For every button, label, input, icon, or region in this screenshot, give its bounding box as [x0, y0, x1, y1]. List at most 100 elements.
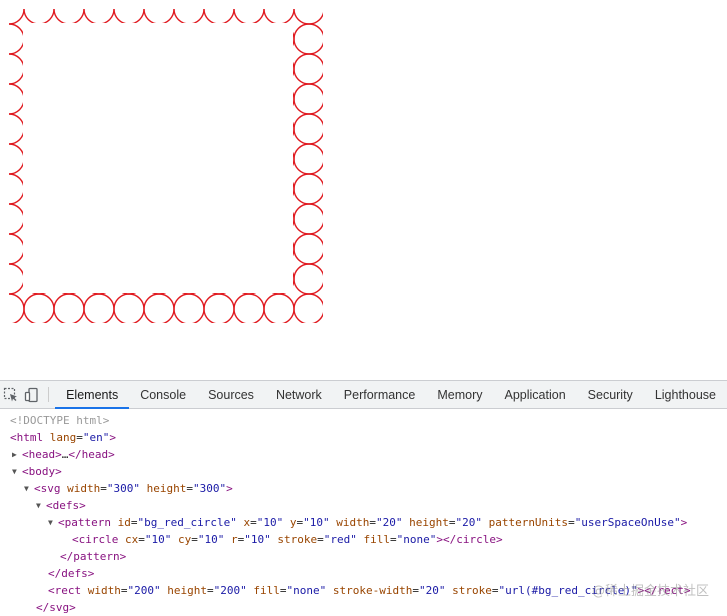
collapse-arrow-icon[interactable]: ▼: [48, 514, 58, 531]
dom-node-body[interactable]: ▼ <body>: [0, 463, 727, 480]
tag-name: pattern: [73, 550, 120, 563]
browser-window: Elements Console Sources Network Perform…: [0, 0, 727, 616]
pattern-circle: [9, 9, 25, 25]
tag-name: body: [28, 465, 56, 478]
attr-value: "en": [82, 431, 110, 444]
pattern-circle: [173, 9, 205, 25]
pattern-circle: [83, 293, 115, 323]
tag-name: circle: [456, 533, 496, 546]
attr-name: width: [67, 482, 101, 495]
attr-name: stroke: [277, 533, 318, 546]
tab-application[interactable]: Application: [494, 381, 577, 408]
attr-name: cx: [125, 533, 139, 546]
attr-name: r: [231, 533, 238, 546]
attr-value: "10": [244, 533, 271, 546]
attr-name: patternUnits: [488, 516, 569, 529]
dom-node-svg[interactable]: ▼ <svg width="300" height="300">: [0, 480, 727, 497]
device-toolbar-icon[interactable]: [21, 381, 42, 408]
tab-lighthouse[interactable]: Lighthouse: [644, 381, 727, 408]
dom-node-doctype[interactable]: <!DOCTYPE html>: [0, 412, 727, 429]
attr-value: "none": [286, 584, 327, 597]
tag-name: defs: [52, 499, 80, 512]
tab-elements[interactable]: Elements: [55, 381, 130, 409]
pattern-circle: [293, 53, 323, 85]
pattern-circle: [9, 143, 25, 175]
attr-name: fill: [363, 533, 391, 546]
attr-value: "bg_red_circle": [137, 516, 237, 529]
page-preview: [0, 0, 727, 380]
pattern-circle: [293, 143, 323, 175]
pattern-circle: [293, 263, 323, 295]
tab-memory[interactable]: Memory: [426, 381, 493, 408]
pattern-circle: [233, 9, 265, 25]
pattern-circle: [53, 293, 85, 323]
pattern-circle: [143, 9, 175, 25]
attr-value: "20": [455, 516, 482, 529]
pattern-circle: [263, 293, 295, 323]
attr-value: "red": [323, 533, 357, 546]
tag-name: head: [28, 448, 56, 461]
tag-name: defs: [61, 567, 88, 580]
doctype-text: <!DOCTYPE html>: [10, 414, 110, 427]
tag-name: head: [81, 448, 109, 461]
attr-value: "none": [396, 533, 437, 546]
pattern-circle: [293, 293, 323, 323]
tag-name: svg: [40, 482, 61, 495]
collapse-arrow-icon[interactable]: ▼: [24, 480, 34, 497]
tag-name: circle: [78, 533, 119, 546]
pattern-circle: [9, 173, 25, 205]
expand-arrow-icon[interactable]: ▶: [12, 446, 22, 463]
collapse-arrow-icon[interactable]: ▼: [12, 463, 22, 480]
attr-value: "20": [418, 584, 446, 597]
pattern-circle: [9, 53, 25, 85]
attr-value: "10": [256, 516, 284, 529]
pattern-circle: [293, 9, 323, 25]
attr-name: stroke-width: [332, 584, 413, 597]
dom-node-circle[interactable]: <circle cx="10" cy="10" r="10" stroke="r…: [0, 531, 727, 548]
pattern-circles: [9, 9, 323, 323]
attr-value: "300": [193, 482, 227, 495]
collapse-arrow-icon[interactable]: ▼: [36, 497, 46, 514]
dom-node-pattern-close[interactable]: </pattern>: [0, 548, 727, 565]
pattern-circle: [23, 9, 55, 25]
tag-name: html: [16, 431, 44, 444]
pattern-circle: [9, 23, 25, 55]
pattern-circle: [173, 293, 205, 323]
dom-node-html[interactable]: <html lang="en">: [0, 429, 727, 446]
devtools-toolbar: Elements Console Sources Network Perform…: [0, 381, 727, 409]
pattern-circle: [293, 233, 323, 265]
tab-console[interactable]: Console: [129, 381, 197, 408]
devtools-panel: Elements Console Sources Network Perform…: [0, 380, 727, 616]
pattern-circle: [9, 233, 25, 265]
pattern-circle: [23, 293, 55, 323]
dom-node-svg-close[interactable]: </svg>: [0, 599, 727, 616]
attr-name: height: [146, 482, 187, 495]
attr-value: "10": [197, 533, 225, 546]
pattern-circle: [293, 173, 323, 205]
tab-security[interactable]: Security: [577, 381, 644, 408]
tab-network[interactable]: Network: [265, 381, 333, 408]
attr-name: width: [87, 584, 121, 597]
pattern-circle: [263, 9, 295, 25]
pattern-circle: [9, 293, 25, 323]
attr-value: "10": [303, 516, 330, 529]
inspect-element-icon[interactable]: [0, 381, 21, 408]
attr-value: "userSpaceOnUse": [574, 516, 681, 529]
pattern-circle: [203, 9, 235, 25]
pattern-circle: [293, 113, 323, 145]
toolbar-separator: [48, 387, 50, 402]
pattern-circle: [143, 293, 175, 323]
frame-interior: [23, 23, 293, 293]
tab-sources[interactable]: Sources: [197, 381, 265, 408]
pattern-circle: [113, 9, 145, 25]
pattern-circle: [293, 83, 323, 115]
pattern-circle: [9, 113, 25, 145]
dom-node-pattern[interactable]: ▼ <pattern id="bg_red_circle" x="10" y="1…: [0, 514, 727, 531]
tab-performance[interactable]: Performance: [333, 381, 427, 408]
pattern-circle: [9, 83, 25, 115]
attr-name: fill: [253, 584, 280, 597]
attr-value: "300": [106, 482, 140, 495]
dom-node-head[interactable]: ▶ <head>…</head>: [0, 446, 727, 463]
dom-node-defs[interactable]: ▼ <defs>: [0, 497, 727, 514]
tag-name: pattern: [64, 516, 111, 529]
